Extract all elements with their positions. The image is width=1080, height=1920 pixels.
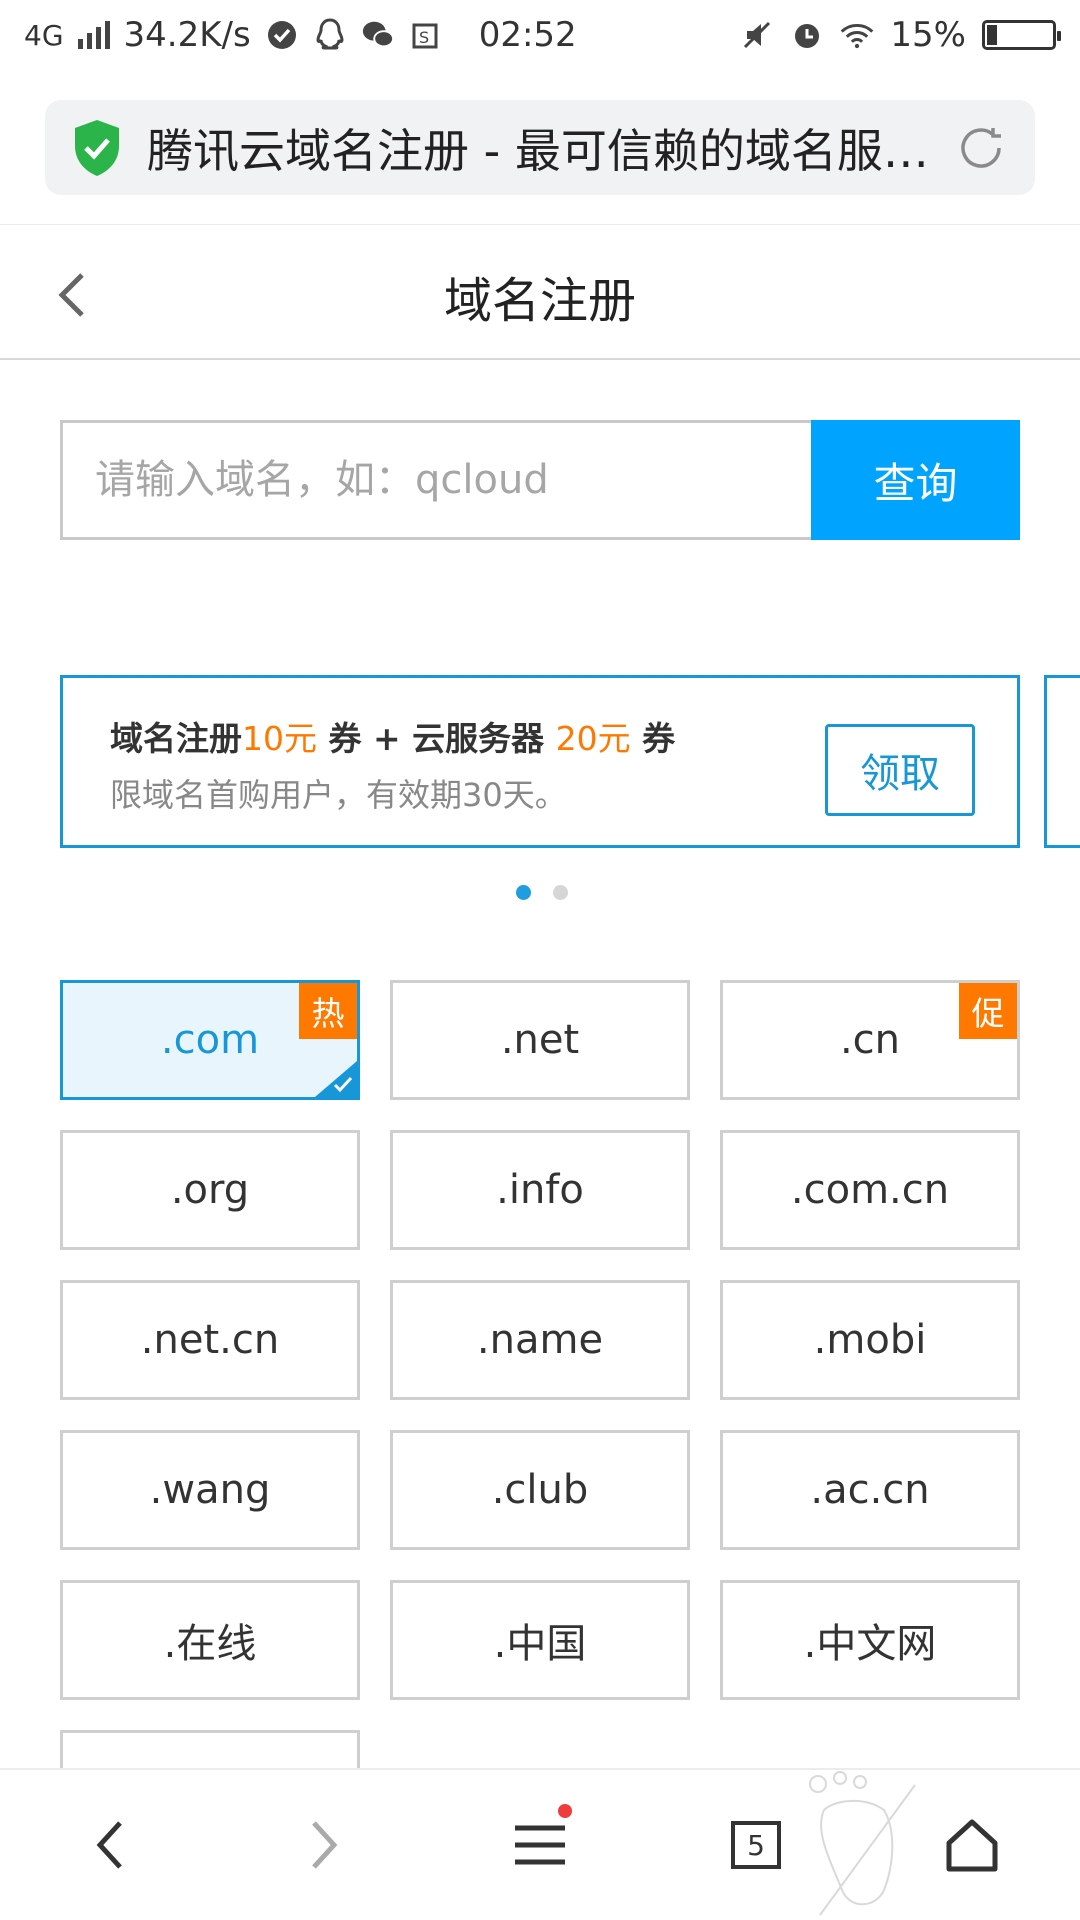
domain-suffix-option[interactable]: .wang <box>60 1430 360 1550</box>
page-title-in-address-bar: 腾讯云域名注册 - 最可信赖的域名服务商 <box>147 123 933 178</box>
domain-suffix-label: .ac.cn <box>810 1467 930 1513</box>
promo-headline: 域名注册10元 券 + 云服务器 20元 券 <box>110 712 675 760</box>
reload-icon[interactable] <box>953 120 1009 176</box>
network-type: 4G <box>24 18 64 52</box>
promo-amount-domain: 10元 <box>242 719 317 758</box>
domain-suffix-option[interactable]: .中文网 <box>720 1580 1020 1700</box>
wifi-icon <box>840 18 874 52</box>
tab-count: 5 <box>731 1821 781 1869</box>
search-button[interactable]: 查询 <box>811 420 1020 540</box>
domain-suffix-grid: .com 热 .net .cn 促 .org .info .com.cn .net.cn .nam… <box>60 980 1020 1770</box>
domain-suffix-label: .在线 <box>163 1621 257 1667</box>
domain-suffix-label: .com.cn <box>790 1167 950 1213</box>
address-bar[interactable]: 腾讯云域名注册 - 最可信赖的域名服务商 <box>45 100 1035 195</box>
domain-suffix-option[interactable]: .在线 <box>60 1580 360 1700</box>
status-bar: 4G 34.2K/s S 02:52 15% <box>0 0 1080 70</box>
network-speed: 34.2K/s <box>123 15 251 55</box>
domain-suffix-label: .wang <box>149 1467 271 1513</box>
nav-tabs-button[interactable]: 5 <box>716 1810 796 1880</box>
carousel-dot[interactable] <box>553 885 568 900</box>
domain-suffix-option[interactable]: .com.cn <box>720 1130 1020 1250</box>
domain-suffix-label: .net.cn <box>140 1317 280 1363</box>
wechat-icon <box>361 18 395 52</box>
domain-suffix-option[interactable]: .net.cn <box>60 1280 360 1400</box>
nav-forward-button[interactable] <box>284 1810 364 1880</box>
domain-suffix-label: .info <box>496 1167 584 1213</box>
security-shield-icon <box>71 118 123 178</box>
domain-search-input[interactable] <box>60 420 811 540</box>
page-header: 域名注册 <box>0 225 1080 358</box>
carousel-indicator <box>0 885 1080 900</box>
domain-suffix-label: .club <box>491 1467 589 1513</box>
domain-suffix-option[interactable]: .com 热 <box>60 980 360 1100</box>
domain-suffix-option[interactable]: .info <box>390 1130 690 1250</box>
domain-suffix-label: .中国 <box>493 1621 587 1667</box>
domain-search: 查询 <box>60 420 1020 540</box>
carousel-dot[interactable] <box>516 885 531 900</box>
svg-text:S: S <box>419 28 429 47</box>
promo-text: 券 <box>630 719 676 758</box>
notification-dot <box>558 1804 572 1818</box>
check-circle-icon <box>265 18 299 52</box>
selected-check-icon <box>315 1061 357 1097</box>
domain-suffix-option[interactable]: .club <box>390 1430 690 1550</box>
promo-card: 域名注册10元 券 + 云服务器 20元 券 限域名首购用户，有效期30天。 领… <box>60 675 1020 848</box>
domain-suffix-label: .mobi <box>813 1317 927 1363</box>
domain-suffix-label: .net <box>500 1017 580 1063</box>
nav-menu-button[interactable] <box>500 1804 580 1880</box>
domain-suffix-option[interactable]: .ac.cn <box>720 1430 1020 1550</box>
domain-suffix-option[interactable]: .中国 <box>390 1580 690 1700</box>
alarm-icon <box>790 18 824 52</box>
qq-icon <box>313 18 347 52</box>
claim-coupon-button[interactable]: 领取 <box>825 724 975 816</box>
domain-suffix-option[interactable]: .org <box>60 1130 360 1250</box>
domain-suffix-option[interactable]: .mobi <box>720 1280 1020 1400</box>
promo-amount-server: 20元 <box>555 719 631 758</box>
page-title: 域名注册 <box>443 273 636 329</box>
promo-card-next[interactable] <box>1044 675 1080 848</box>
domain-suffix-label: .中文网 <box>803 1621 937 1667</box>
tag-badge: 促 <box>959 983 1017 1039</box>
tag-badge: 热 <box>299 983 357 1039</box>
battery-percent: 15% <box>890 15 966 55</box>
domain-suffix-option[interactable]: .net <box>390 980 690 1100</box>
domain-suffix-option[interactable]: .name <box>390 1280 690 1400</box>
nav-home-button[interactable] <box>932 1810 1012 1880</box>
domain-suffix-label: .cn <box>839 1017 901 1063</box>
promo-text: 券 + 云服务器 <box>317 719 556 758</box>
clock-time: 02:52 <box>478 15 577 55</box>
nav-back-button[interactable] <box>70 1810 150 1880</box>
divider <box>0 358 1080 360</box>
domain-suffix-option[interactable]: .cn 促 <box>720 980 1020 1100</box>
promo-text: 域名注册 <box>110 719 242 758</box>
domain-suffix-label: .org <box>170 1167 250 1213</box>
domain-suffix-option[interactable] <box>60 1730 360 1770</box>
battery-icon <box>982 20 1061 50</box>
signal-icon <box>77 21 110 49</box>
domain-suffix-label: .com <box>160 1017 260 1063</box>
mute-icon <box>740 18 774 52</box>
footprint-watermark-icon <box>809 1771 916 1916</box>
promo-description: 限域名首购用户，有效期30天。 <box>110 776 567 814</box>
domain-suffix-label: .name <box>476 1317 604 1363</box>
screenshot-icon: S <box>409 18 443 52</box>
